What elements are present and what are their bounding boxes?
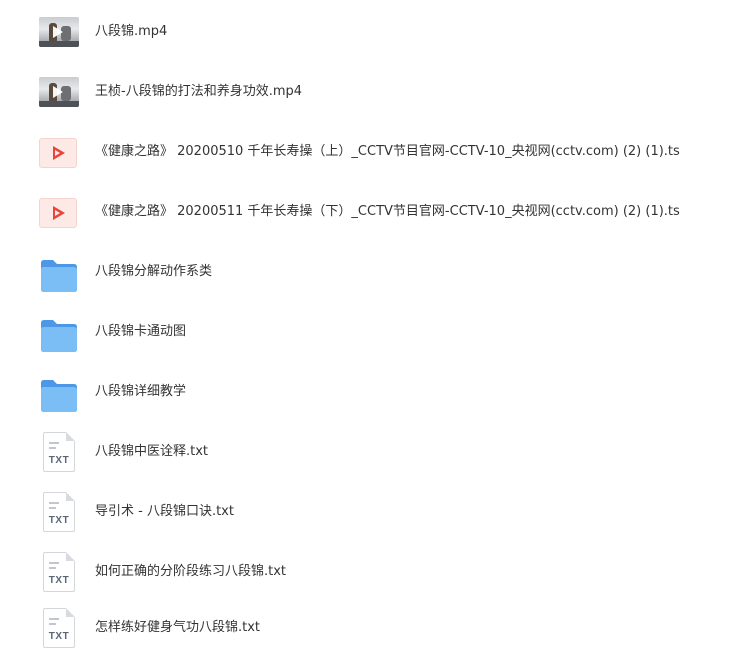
play-icon: [53, 86, 63, 98]
file-row[interactable]: TXT 导引术 - 八段锦口诀.txt: [0, 482, 737, 542]
file-list: 八段锦.mp4 王桢-八段锦的打法和养身功效.mp4 《健康之路》 202005…: [0, 0, 737, 658]
file-name: 怎样练好健身气功八段锦.txt: [95, 620, 261, 635]
folder-icon: [41, 380, 77, 412]
ts-video-file-icon: [39, 138, 77, 168]
txt-file-icon: TXT: [43, 608, 75, 648]
folder-icon: [41, 260, 77, 292]
ts-video-file-icon: [39, 198, 77, 228]
video-thumbnail-icon: [39, 77, 79, 107]
txt-icon-label: TXT: [48, 515, 70, 526]
file-row[interactable]: TXT 怎样练好健身气功八段锦.txt: [0, 598, 737, 658]
folder-name: 八段锦分解动作系类: [95, 264, 213, 279]
file-name: 《健康之路》 20200510 千年长寿操（上）_CCTV节目官网-CCTV-1…: [95, 144, 680, 159]
file-name: 王桢-八段锦的打法和养身功效.mp4: [95, 84, 303, 99]
txt-icon-label: TXT: [48, 575, 70, 586]
file-row[interactable]: TXT 如何正确的分阶段练习八段锦.txt: [0, 542, 737, 602]
file-name: 八段锦.mp4: [95, 24, 168, 39]
folder-row[interactable]: 八段锦分解动作系类: [0, 242, 737, 302]
file-row[interactable]: 《健康之路》 20200510 千年长寿操（上）_CCTV节目官网-CCTV-1…: [0, 122, 737, 182]
file-row[interactable]: 八段锦.mp4: [0, 2, 737, 62]
txt-icon-label: TXT: [48, 455, 70, 466]
file-row[interactable]: 《健康之路》 20200511 千年长寿操（下）_CCTV节目官网-CCTV-1…: [0, 182, 737, 242]
folder-name: 八段锦详细教学: [95, 384, 187, 399]
file-name: 《健康之路》 20200511 千年长寿操（下）_CCTV节目官网-CCTV-1…: [95, 204, 680, 219]
txt-icon-label: TXT: [48, 631, 70, 642]
video-thumbnail-icon: [39, 17, 79, 47]
play-icon: [53, 26, 63, 38]
file-name: 导引术 - 八段锦口诀.txt: [95, 504, 234, 519]
file-row[interactable]: TXT 八段锦中医诠释.txt: [0, 422, 737, 482]
folder-icon: [41, 320, 77, 352]
file-row[interactable]: 王桢-八段锦的打法和养身功效.mp4: [0, 62, 737, 122]
folder-name: 八段锦卡通动图: [95, 324, 187, 339]
file-name: 如何正确的分阶段练习八段锦.txt: [95, 564, 287, 579]
txt-file-icon: TXT: [43, 432, 75, 472]
file-name: 八段锦中医诠释.txt: [95, 444, 209, 459]
txt-file-icon: TXT: [43, 492, 75, 532]
folder-row[interactable]: 八段锦详细教学: [0, 362, 737, 422]
txt-file-icon: TXT: [43, 552, 75, 592]
folder-row[interactable]: 八段锦卡通动图: [0, 302, 737, 362]
